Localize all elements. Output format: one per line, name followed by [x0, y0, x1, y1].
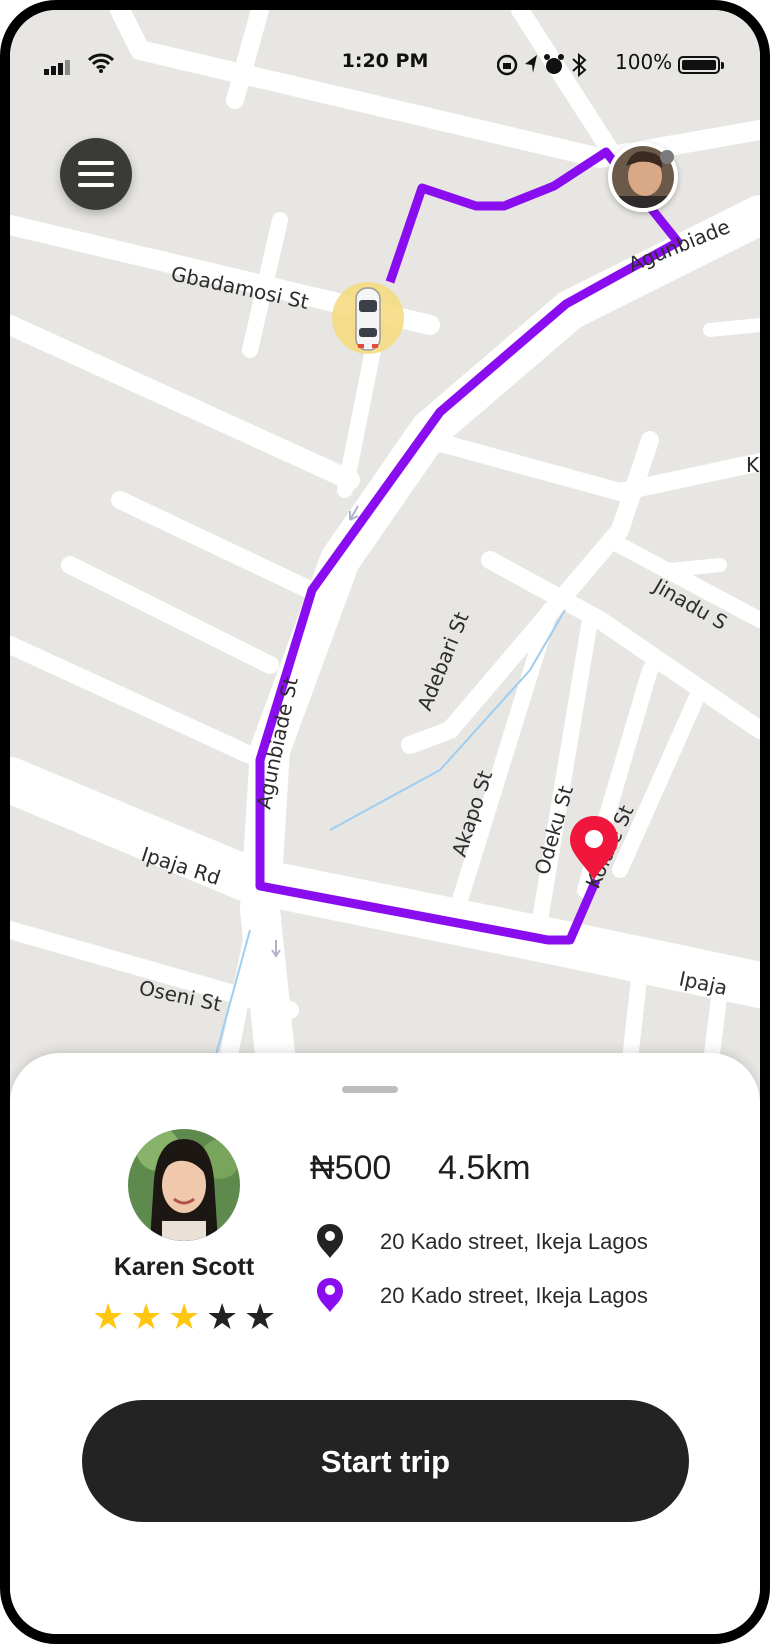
online-status-dot: [660, 150, 674, 164]
bluetooth-icon: [572, 52, 587, 78]
status-bar: 1:20 PM 100%: [10, 46, 760, 82]
star-filled-icon: ★: [92, 1296, 125, 1337]
car-icon: [355, 287, 381, 351]
star-filled-icon: ★: [130, 1296, 163, 1337]
street-label: K: [746, 453, 760, 477]
driver-rating: ★ ★ ★ ★ ★: [92, 1299, 282, 1335]
trip-price: ₦500: [310, 1149, 392, 1187]
driver-car-marker[interactable]: [332, 282, 404, 354]
star-filled-icon: ★: [168, 1296, 201, 1337]
alarm-icon: [544, 54, 564, 74]
battery-icon: [678, 56, 724, 74]
pickup-address: 20 Kado street, Ikeja Lagos: [380, 1229, 648, 1254]
driver-name: Karen Scott: [113, 1253, 255, 1281]
hamburger-icon: [78, 161, 114, 165]
dropoff-address: 20 Kado street, Ikeja Lagos: [380, 1283, 648, 1308]
menu-button[interactable]: [60, 138, 132, 210]
sheet-drag-handle[interactable]: [342, 1086, 398, 1093]
orientation-lock-icon: [496, 54, 518, 76]
trip-distance: 4.5km: [438, 1149, 531, 1187]
phone-frame: Gbadamosi St Agunbiade Agunbiade St Adeb…: [0, 0, 770, 1644]
driver-avatar: [128, 1129, 240, 1241]
star-empty-icon: ★: [206, 1296, 239, 1337]
trip-details-sheet: Karen Scott ★ ★ ★ ★ ★ ₦500 4.5km 20 Kado…: [10, 1053, 760, 1634]
location-arrow-icon: [525, 55, 537, 73]
start-trip-button[interactable]: Start trip: [82, 1400, 689, 1522]
status-icons: [496, 52, 607, 83]
pickup-location-icon: [316, 1223, 344, 1264]
dropoff-location-icon: [316, 1277, 344, 1318]
battery-percent: 100%: [615, 50, 673, 74]
star-empty-icon: ★: [244, 1296, 277, 1337]
